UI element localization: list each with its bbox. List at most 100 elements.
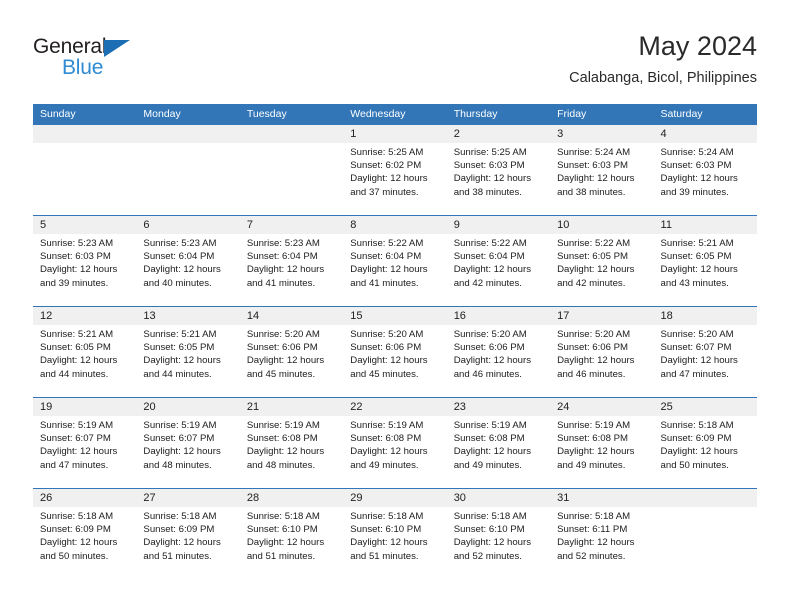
day-number[interactable]: 12 [33,307,136,325]
daylight-text-line1: Daylight: 12 hours [40,537,118,549]
day-cell[interactable]: Sunrise: 5:19 AM Sunset: 6:08 PM Dayligh… [240,416,343,488]
sunrise-text: Sunrise: 5:24 AM [660,147,734,158]
day-number[interactable]: 27 [136,489,239,507]
day-cell[interactable] [136,143,239,215]
day-cell[interactable]: Sunrise: 5:18 AM Sunset: 6:09 PM Dayligh… [33,507,136,579]
day-cell[interactable]: Sunrise: 5:18 AM Sunset: 6:11 PM Dayligh… [550,507,653,579]
day-number[interactable] [136,125,239,143]
day-detail-band: Sunrise: 5:23 AM Sunset: 6:03 PM Dayligh… [33,234,757,306]
day-cell[interactable]: Sunrise: 5:23 AM Sunset: 6:04 PM Dayligh… [136,234,239,306]
day-cell[interactable]: Sunrise: 5:25 AM Sunset: 6:02 PM Dayligh… [343,143,446,215]
day-number[interactable]: 9 [447,216,550,234]
day-cell[interactable]: Sunrise: 5:20 AM Sunset: 6:06 PM Dayligh… [343,325,446,397]
weekday-header-monday: Monday [143,108,181,120]
day-number[interactable]: 13 [136,307,239,325]
sunset-text: Sunset: 6:09 PM [143,524,215,536]
day-cell[interactable]: Sunrise: 5:20 AM Sunset: 6:06 PM Dayligh… [240,325,343,397]
sunset-text: Sunset: 6:07 PM [40,433,111,445]
sunset-text: Sunset: 6:04 PM [453,251,525,263]
day-cell[interactable] [654,507,757,579]
day-cell[interactable]: Sunrise: 5:23 AM Sunset: 6:04 PM Dayligh… [240,234,343,306]
day-number[interactable] [33,125,136,143]
day-number[interactable]: 20 [136,398,239,416]
day-number[interactable]: 22 [343,398,446,416]
daylight-text-line1: Daylight: 12 hours [350,173,428,185]
daylight-text-line2: and 42 minutes. [557,277,626,289]
day-number[interactable]: 30 [447,489,550,507]
sunrise-text: Sunrise: 5:23 AM [40,238,114,249]
sunrise-text: Sunrise: 5:22 AM [350,238,424,249]
day-number[interactable]: 23 [447,398,550,416]
day-number[interactable]: 31 [550,489,653,507]
day-number[interactable]: 10 [550,216,653,234]
day-cell[interactable]: Sunrise: 5:25 AM Sunset: 6:03 PM Dayligh… [447,143,550,215]
day-cell[interactable]: Sunrise: 5:21 AM Sunset: 6:05 PM Dayligh… [654,234,757,306]
day-number[interactable]: 26 [33,489,136,507]
day-number[interactable]: 19 [33,398,136,416]
day-cell[interactable]: Sunrise: 5:22 AM Sunset: 6:05 PM Dayligh… [550,234,653,306]
daylight-text-line2: and 41 minutes. [246,277,316,289]
day-number[interactable] [240,125,343,143]
day-number[interactable]: 7 [240,216,343,234]
day-number[interactable]: 29 [343,489,446,507]
sunrise-text: Sunrise: 5:21 AM [40,329,114,340]
day-number[interactable]: 21 [240,398,343,416]
sunset-text: Sunset: 6:10 PM [350,524,422,536]
day-cell[interactable]: Sunrise: 5:24 AM Sunset: 6:03 PM Dayligh… [550,143,653,215]
day-number[interactable]: 18 [654,307,757,325]
day-number[interactable]: 25 [654,398,757,416]
day-cell[interactable]: Sunrise: 5:21 AM Sunset: 6:05 PM Dayligh… [136,325,239,397]
day-cell[interactable]: Sunrise: 5:20 AM Sunset: 6:06 PM Dayligh… [550,325,653,397]
sunset-text: Sunset: 6:05 PM [660,251,732,263]
day-cell[interactable]: Sunrise: 5:18 AM Sunset: 6:10 PM Dayligh… [447,507,550,579]
day-number[interactable] [654,489,757,507]
day-cell[interactable]: Sunrise: 5:18 AM Sunset: 6:10 PM Dayligh… [240,507,343,579]
sunset-text: Sunset: 6:03 PM [40,251,111,263]
daylight-text-line1: Daylight: 12 hours [350,355,428,367]
day-number[interactable]: 3 [550,125,653,143]
weekday-header-wednesday: Wednesday [350,108,406,120]
day-number[interactable]: 17 [550,307,653,325]
day-cell[interactable] [240,143,343,215]
sunrise-text: Sunrise: 5:18 AM [40,511,114,522]
day-number[interactable]: 24 [550,398,653,416]
sunset-text: Sunset: 6:06 PM [246,342,318,354]
day-cell[interactable]: Sunrise: 5:18 AM Sunset: 6:09 PM Dayligh… [136,507,239,579]
sunset-text: Sunset: 6:03 PM [453,160,525,172]
day-number[interactable]: 14 [240,307,343,325]
day-number[interactable]: 15 [343,307,446,325]
day-cell[interactable]: Sunrise: 5:21 AM Sunset: 6:05 PM Dayligh… [33,325,136,397]
day-cell[interactable] [33,143,136,215]
day-number[interactable]: 6 [136,216,239,234]
sunset-text: Sunset: 6:06 PM [557,342,629,354]
day-number[interactable]: 11 [654,216,757,234]
day-cell[interactable]: Sunrise: 5:20 AM Sunset: 6:06 PM Dayligh… [447,325,550,397]
day-cell[interactable]: Sunrise: 5:19 AM Sunset: 6:08 PM Dayligh… [447,416,550,488]
day-cell[interactable]: Sunrise: 5:19 AM Sunset: 6:08 PM Dayligh… [343,416,446,488]
day-cell[interactable]: Sunrise: 5:19 AM Sunset: 6:08 PM Dayligh… [550,416,653,488]
day-cell[interactable]: Sunrise: 5:23 AM Sunset: 6:03 PM Dayligh… [33,234,136,306]
sunrise-text: Sunrise: 5:19 AM [557,420,631,431]
calendar-grid: Sunday Monday Tuesday Wednesday Thursday… [33,104,757,579]
day-number[interactable]: 16 [447,307,550,325]
sunrise-text: Sunrise: 5:25 AM [350,147,424,158]
daylight-text-line1: Daylight: 12 hours [557,173,635,185]
sunrise-text: Sunrise: 5:19 AM [40,420,114,431]
day-number[interactable]: 2 [447,125,550,143]
day-cell[interactable]: Sunrise: 5:24 AM Sunset: 6:03 PM Dayligh… [654,143,757,215]
sunrise-text: Sunrise: 5:24 AM [557,147,631,158]
day-number[interactable]: 5 [33,216,136,234]
day-cell[interactable]: Sunrise: 5:18 AM Sunset: 6:09 PM Dayligh… [654,416,757,488]
day-cell[interactable]: Sunrise: 5:22 AM Sunset: 6:04 PM Dayligh… [343,234,446,306]
day-number[interactable]: 8 [343,216,446,234]
day-cell[interactable]: Sunrise: 5:19 AM Sunset: 6:07 PM Dayligh… [33,416,136,488]
day-cell[interactable]: Sunrise: 5:22 AM Sunset: 6:04 PM Dayligh… [447,234,550,306]
daylight-text-line1: Daylight: 12 hours [246,537,325,549]
day-number[interactable]: 28 [240,489,343,507]
sunset-text: Sunset: 6:02 PM [350,160,422,172]
day-cell[interactable]: Sunrise: 5:19 AM Sunset: 6:07 PM Dayligh… [136,416,239,488]
day-number[interactable]: 1 [343,125,446,143]
day-cell[interactable]: Sunrise: 5:20 AM Sunset: 6:07 PM Dayligh… [654,325,757,397]
day-cell[interactable]: Sunrise: 5:18 AM Sunset: 6:10 PM Dayligh… [343,507,446,579]
day-number[interactable]: 4 [654,125,757,143]
